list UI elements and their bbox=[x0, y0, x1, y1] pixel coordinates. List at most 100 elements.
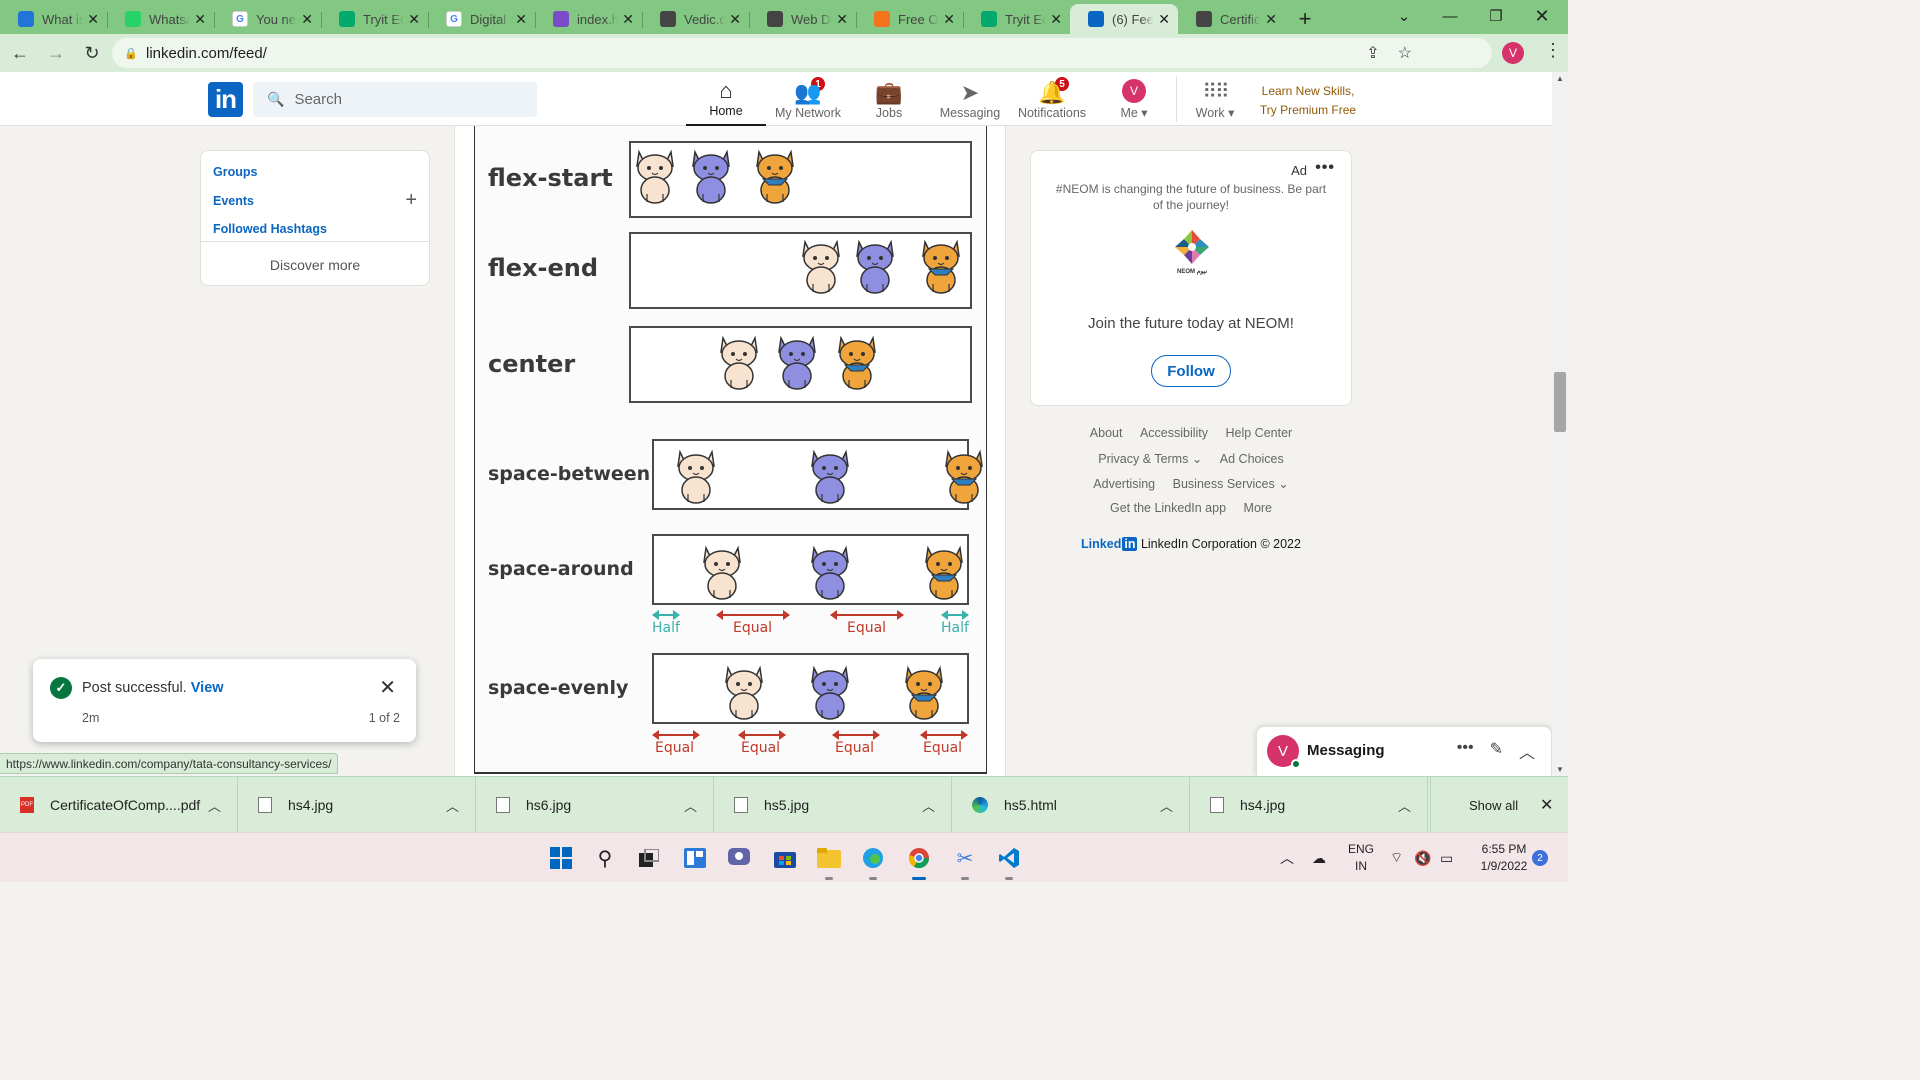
post-image[interactable]: flex-start flex-end center space-between… bbox=[474, 126, 987, 774]
onedrive-cloud-icon[interactable]: ☁ bbox=[1312, 833, 1326, 883]
bookmark-star-icon[interactable]: ☆ bbox=[1398, 43, 1412, 63]
search-input[interactable]: 🔍 Search bbox=[253, 82, 537, 117]
search-icon[interactable]: ⚲ bbox=[592, 845, 618, 871]
widgets-icon[interactable] bbox=[682, 845, 708, 871]
tab-search-icon[interactable]: ⌄ bbox=[1384, 0, 1424, 32]
groups-link[interactable]: Groups bbox=[213, 165, 257, 179]
browser-tab[interactable]: (6) Feed✕ bbox=[1070, 4, 1178, 34]
forward-button[interactable]: → bbox=[40, 37, 72, 69]
premium-link[interactable]: Learn New Skills, Try Premium Free bbox=[1258, 82, 1358, 120]
messaging-panel[interactable]: V Messaging ••• ✎ ︿ bbox=[1256, 726, 1552, 776]
nav-me[interactable]: V Me ▾ bbox=[1112, 72, 1156, 126]
page-scrollbar[interactable]: ▲ ▼ bbox=[1552, 72, 1568, 776]
start-windows-icon[interactable] bbox=[548, 845, 574, 871]
close-tab-icon[interactable]: ✕ bbox=[87, 11, 99, 28]
more-options-icon[interactable]: ••• bbox=[1315, 159, 1335, 177]
browser-tab[interactable]: What is ✕ bbox=[0, 4, 107, 34]
follow-button[interactable]: Follow bbox=[1151, 355, 1231, 387]
add-event-icon[interactable]: + bbox=[405, 189, 417, 212]
browser-tab[interactable]: Web De✕ bbox=[749, 4, 856, 34]
download-item[interactable]: hs6.jpg ︿ bbox=[476, 777, 714, 833]
footer-link-about[interactable]: About bbox=[1090, 426, 1123, 440]
microsoft-store-icon[interactable] bbox=[772, 845, 798, 871]
minimize-button[interactable]: — bbox=[1430, 0, 1470, 32]
close-tab-icon[interactable]: ✕ bbox=[836, 11, 848, 28]
close-tab-icon[interactable]: ✕ bbox=[1158, 11, 1170, 28]
download-item[interactable]: hs5.jpg ︿ bbox=[714, 777, 952, 833]
browser-tab[interactable]: G You nee✕ bbox=[214, 4, 321, 34]
teams-chat-icon[interactable] bbox=[726, 845, 752, 871]
browser-tab[interactable]: Vedic.d ✕ bbox=[642, 4, 749, 34]
footer-link-more[interactable]: More bbox=[1244, 501, 1272, 515]
system-clock[interactable]: 6:55 PM 1/9/2022 bbox=[1470, 841, 1538, 875]
chevron-up-icon[interactable]: ︿ bbox=[208, 796, 221, 815]
download-item[interactable]: hs4.jpg ︿ bbox=[238, 777, 476, 833]
compose-icon[interactable]: ✎ bbox=[1490, 739, 1503, 763]
scrollbar-thumb[interactable] bbox=[1554, 372, 1566, 432]
close-tab-icon[interactable]: ✕ bbox=[1265, 11, 1277, 28]
events-link[interactable]: Events bbox=[213, 194, 254, 208]
browser-tab[interactable]: G Digital ✕ bbox=[428, 4, 535, 34]
browser-profile-avatar[interactable]: V bbox=[1502, 42, 1524, 64]
snipping-tool-icon[interactable]: ✂ bbox=[952, 845, 978, 880]
nav-messaging[interactable]: ➤ Messaging bbox=[938, 72, 1002, 126]
close-tab-icon[interactable]: ✕ bbox=[943, 11, 955, 28]
browser-tab[interactable]: index.ht ✕ bbox=[535, 4, 642, 34]
neom-logo[interactable]: NEOM نيوم bbox=[1169, 227, 1215, 277]
nav-home[interactable]: ⌂ Home bbox=[686, 72, 766, 126]
footer-link-privacy-terms[interactable]: Privacy & Terms ⌄ bbox=[1098, 452, 1202, 466]
vscode-icon[interactable] bbox=[996, 845, 1022, 880]
chrome-browser-icon[interactable] bbox=[906, 845, 932, 880]
close-icon[interactable]: ✕ bbox=[379, 675, 396, 700]
close-tab-icon[interactable]: ✕ bbox=[1050, 11, 1062, 28]
maximize-button[interactable]: ❐ bbox=[1476, 0, 1516, 32]
task-view-icon[interactable] bbox=[636, 845, 662, 871]
nav-work[interactable]: ⠿⠿ Work ▾ bbox=[1190, 72, 1240, 126]
edge-browser-icon[interactable] bbox=[860, 845, 886, 880]
nav-jobs[interactable]: 💼 Jobs bbox=[860, 72, 918, 126]
chevron-up-icon[interactable]: ︿ bbox=[1160, 796, 1173, 815]
close-tab-icon[interactable]: ✕ bbox=[301, 11, 313, 28]
chevron-up-icon[interactable]: ︿ bbox=[1519, 739, 1535, 763]
chevron-up-icon[interactable]: ︿ bbox=[922, 796, 935, 815]
reload-button[interactable]: ↻ bbox=[76, 37, 108, 69]
show-hidden-icons-chevron[interactable]: ︿ bbox=[1280, 833, 1294, 883]
more-options-icon[interactable]: ••• bbox=[1457, 739, 1474, 763]
download-item[interactable]: hs4.jpg ︿ bbox=[1190, 777, 1428, 833]
download-item[interactable]: hs5.html ︿ bbox=[952, 777, 1190, 833]
file-explorer-icon[interactable] bbox=[816, 845, 842, 880]
chevron-up-icon[interactable]: ︿ bbox=[446, 796, 459, 815]
chevron-up-icon[interactable]: ︿ bbox=[1398, 796, 1411, 815]
browser-tab[interactable]: Tryit Ed ✕ bbox=[321, 4, 428, 34]
browser-menu-icon[interactable]: ⋮ bbox=[1544, 40, 1562, 61]
download-item[interactable]: PDF CertificateOfComp....pdf ︿ bbox=[0, 777, 238, 833]
toast-view-link[interactable]: View bbox=[191, 680, 224, 696]
back-button[interactable]: ← bbox=[4, 37, 36, 69]
footer-link-get-app[interactable]: Get the LinkedIn app bbox=[1110, 501, 1226, 515]
close-tab-icon[interactable]: ✕ bbox=[408, 11, 420, 28]
close-tab-icon[interactable]: ✕ bbox=[729, 11, 741, 28]
url-text[interactable]: linkedin.com/feed/ bbox=[146, 45, 267, 62]
chevron-up-icon[interactable]: ︿ bbox=[684, 796, 697, 815]
nav-notifications[interactable]: 5 🔔 Notifications bbox=[1016, 72, 1088, 126]
volume-muted-icon[interactable]: 🔇 bbox=[1414, 833, 1431, 883]
linkedin-logo[interactable]: in bbox=[208, 82, 243, 117]
scroll-up-arrow[interactable]: ▲ bbox=[1552, 74, 1568, 83]
browser-tab[interactable]: Free Or ✕ bbox=[856, 4, 963, 34]
close-tab-icon[interactable]: ✕ bbox=[622, 11, 634, 28]
close-tab-icon[interactable]: ✕ bbox=[194, 11, 206, 28]
browser-tab[interactable]: Tryit Ed ✕ bbox=[963, 4, 1070, 34]
wifi-icon[interactable]: ⌔ bbox=[1390, 833, 1403, 883]
browser-tab[interactable]: Certific ✕ bbox=[1178, 4, 1285, 34]
new-tab-button[interactable]: + bbox=[1285, 4, 1325, 34]
footer-link-accessibility[interactable]: Accessibility bbox=[1140, 426, 1208, 440]
followed-hashtags-link[interactable]: Followed Hashtags bbox=[213, 222, 327, 236]
battery-icon[interactable]: ▭ bbox=[1440, 833, 1453, 883]
close-download-bar-icon[interactable]: ✕ bbox=[1540, 795, 1553, 815]
scroll-down-arrow[interactable]: ▼ bbox=[1552, 765, 1568, 774]
close-tab-icon[interactable]: ✕ bbox=[515, 11, 527, 28]
language-indicator[interactable]: ENG IN bbox=[1346, 841, 1376, 875]
footer-link-advertising[interactable]: Advertising bbox=[1093, 477, 1155, 491]
footer-link-business-services[interactable]: Business Services ⌄ bbox=[1173, 477, 1289, 491]
notification-count-badge[interactable]: 2 bbox=[1532, 850, 1548, 866]
